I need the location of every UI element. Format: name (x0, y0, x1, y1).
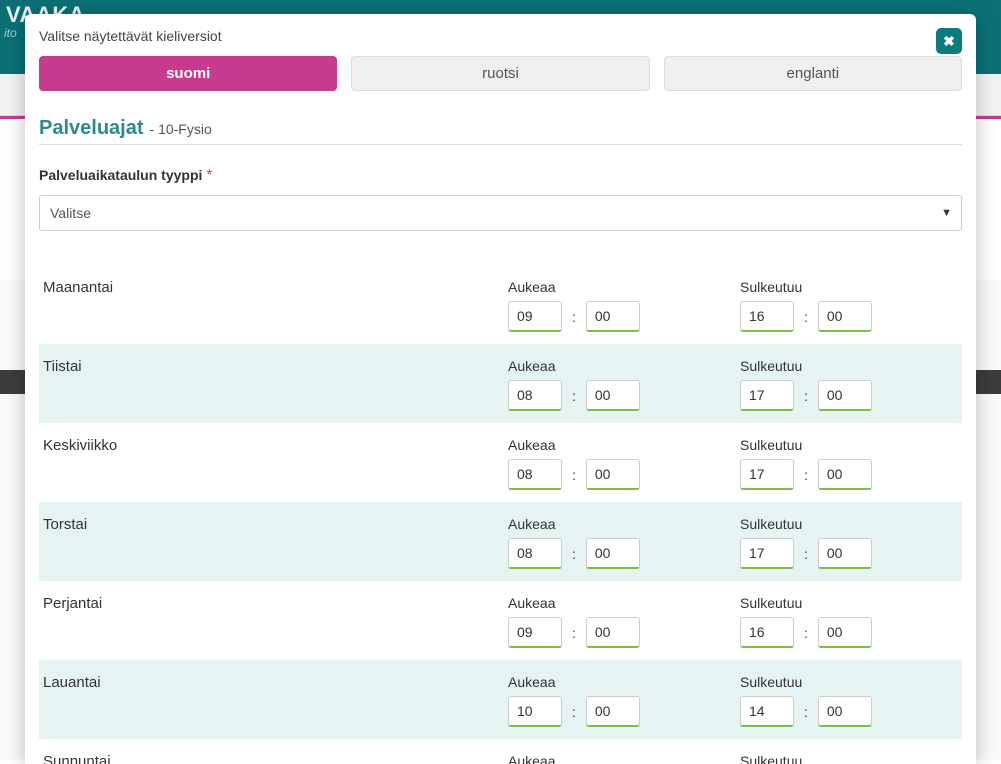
open-minute-input[interactable] (586, 617, 640, 648)
schedule-type-label: Palveluaikataulun tyyppi (39, 167, 202, 183)
close-time-label: Sulkeutuu (740, 753, 972, 764)
close-hour-input[interactable] (740, 538, 794, 569)
open-time-label: Aukeaa (508, 279, 740, 295)
modal-overlay: ✖ Valitse näytettävät kieliversiot suomi… (0, 0, 1001, 764)
day-row: TiistaiAukeaa:Sulkeutuu: (39, 344, 962, 423)
open-time-label: Aukeaa (508, 516, 740, 532)
close-time-label: Sulkeutuu (740, 516, 972, 532)
close-time-group: Sulkeutuu: (740, 516, 972, 569)
day-row: PerjantaiAukeaa:Sulkeutuu: (39, 581, 962, 660)
close-time-label: Sulkeutuu (740, 437, 972, 453)
open-hour-input[interactable] (508, 538, 562, 569)
open-time-label: Aukeaa (508, 358, 740, 374)
open-time-group: Aukeaa: (508, 279, 740, 332)
open-hour-input[interactable] (508, 459, 562, 490)
schedule-type-select[interactable]: Valitse (39, 195, 962, 231)
time-colon: : (572, 625, 576, 641)
open-time-group: Aukeaa: (508, 516, 740, 569)
open-time-group: Aukeaa: (508, 674, 740, 727)
tab-finnish[interactable]: suomi (39, 56, 337, 91)
close-minute-input[interactable] (818, 380, 872, 411)
close-time-group: Sulkeutuu: (740, 753, 972, 764)
close-hour-input[interactable] (740, 696, 794, 727)
open-time-label: Aukeaa (508, 753, 740, 764)
open-minute-input[interactable] (586, 538, 640, 569)
close-time-group: Sulkeutuu: (740, 595, 972, 648)
close-time-group: Sulkeutuu: (740, 279, 972, 332)
open-time-group: Aukeaa: (508, 358, 740, 411)
time-colon: : (804, 467, 808, 483)
open-time-group: Aukeaa: (508, 437, 740, 490)
close-hour-input[interactable] (740, 617, 794, 648)
day-row: SunnuntaiAukeaa:Sulkeutuu: (39, 739, 962, 764)
day-row: TorstaiAukeaa:Sulkeutuu: (39, 502, 962, 581)
tab-swedish[interactable]: ruotsi (351, 56, 649, 91)
close-time-label: Sulkeutuu (740, 279, 972, 295)
close-time-group: Sulkeutuu: (740, 358, 972, 411)
open-minute-input[interactable] (586, 380, 640, 411)
open-hour-input[interactable] (508, 617, 562, 648)
required-asterisk: * (206, 167, 212, 184)
time-colon: : (804, 388, 808, 404)
close-minute-input[interactable] (818, 459, 872, 490)
open-time-group: Aukeaa: (508, 595, 740, 648)
time-colon: : (572, 388, 576, 404)
close-hour-input[interactable] (740, 301, 794, 332)
close-hour-input[interactable] (740, 459, 794, 490)
day-name: Tiistai (43, 358, 508, 375)
close-time-group: Sulkeutuu: (740, 437, 972, 490)
close-minute-input[interactable] (818, 538, 872, 569)
close-minute-input[interactable] (818, 696, 872, 727)
section-title-main: Palveluajat (39, 117, 144, 140)
time-colon: : (572, 546, 576, 562)
close-time-group: Sulkeutuu: (740, 674, 972, 727)
tab-english[interactable]: englanti (664, 56, 962, 91)
open-minute-input[interactable] (586, 696, 640, 727)
day-name: Sunnuntai (43, 753, 508, 764)
day-row: MaanantaiAukeaa:Sulkeutuu: (39, 265, 962, 344)
close-minute-input[interactable] (818, 617, 872, 648)
time-colon: : (572, 467, 576, 483)
schedule-type-field: Palveluaikataulun tyyppi* Valitse ▼ (39, 167, 962, 231)
close-time-label: Sulkeutuu (740, 674, 972, 690)
section-title-sub: - 10-Fysio (150, 121, 212, 137)
days-list: MaanantaiAukeaa:Sulkeutuu:TiistaiAukeaa:… (39, 265, 962, 764)
time-colon: : (804, 704, 808, 720)
close-time-label: Sulkeutuu (740, 595, 972, 611)
close-icon: ✖ (943, 33, 955, 50)
open-hour-input[interactable] (508, 380, 562, 411)
open-time-label: Aukeaa (508, 437, 740, 453)
time-colon: : (804, 625, 808, 641)
modal: ✖ Valitse näytettävät kieliversiot suomi… (25, 14, 976, 764)
open-time-label: Aukeaa (508, 595, 740, 611)
day-row: KeskiviikkoAukeaa:Sulkeutuu: (39, 423, 962, 502)
close-time-label: Sulkeutuu (740, 358, 972, 374)
open-hour-input[interactable] (508, 696, 562, 727)
close-minute-input[interactable] (818, 301, 872, 332)
day-name: Lauantai (43, 674, 508, 691)
close-button[interactable]: ✖ (936, 28, 962, 54)
time-colon: : (804, 546, 808, 562)
modal-body: Valitse näytettävät kieliversiot suomi r… (25, 14, 976, 764)
time-colon: : (572, 704, 576, 720)
open-hour-input[interactable] (508, 301, 562, 332)
close-hour-input[interactable] (740, 380, 794, 411)
language-prompt: Valitse näytettävät kieliversiot (39, 28, 962, 44)
time-colon: : (572, 309, 576, 325)
open-minute-input[interactable] (586, 459, 640, 490)
open-time-group: Aukeaa: (508, 753, 740, 764)
section-title: Palveluajat - 10-Fysio (39, 117, 962, 145)
day-name: Perjantai (43, 595, 508, 612)
time-colon: : (804, 309, 808, 325)
open-time-label: Aukeaa (508, 674, 740, 690)
open-minute-input[interactable] (586, 301, 640, 332)
day-name: Maanantai (43, 279, 508, 296)
day-row: LauantaiAukeaa:Sulkeutuu: (39, 660, 962, 739)
language-tabs: suomi ruotsi englanti (39, 56, 962, 91)
day-name: Keskiviikko (43, 437, 508, 454)
day-name: Torstai (43, 516, 508, 533)
